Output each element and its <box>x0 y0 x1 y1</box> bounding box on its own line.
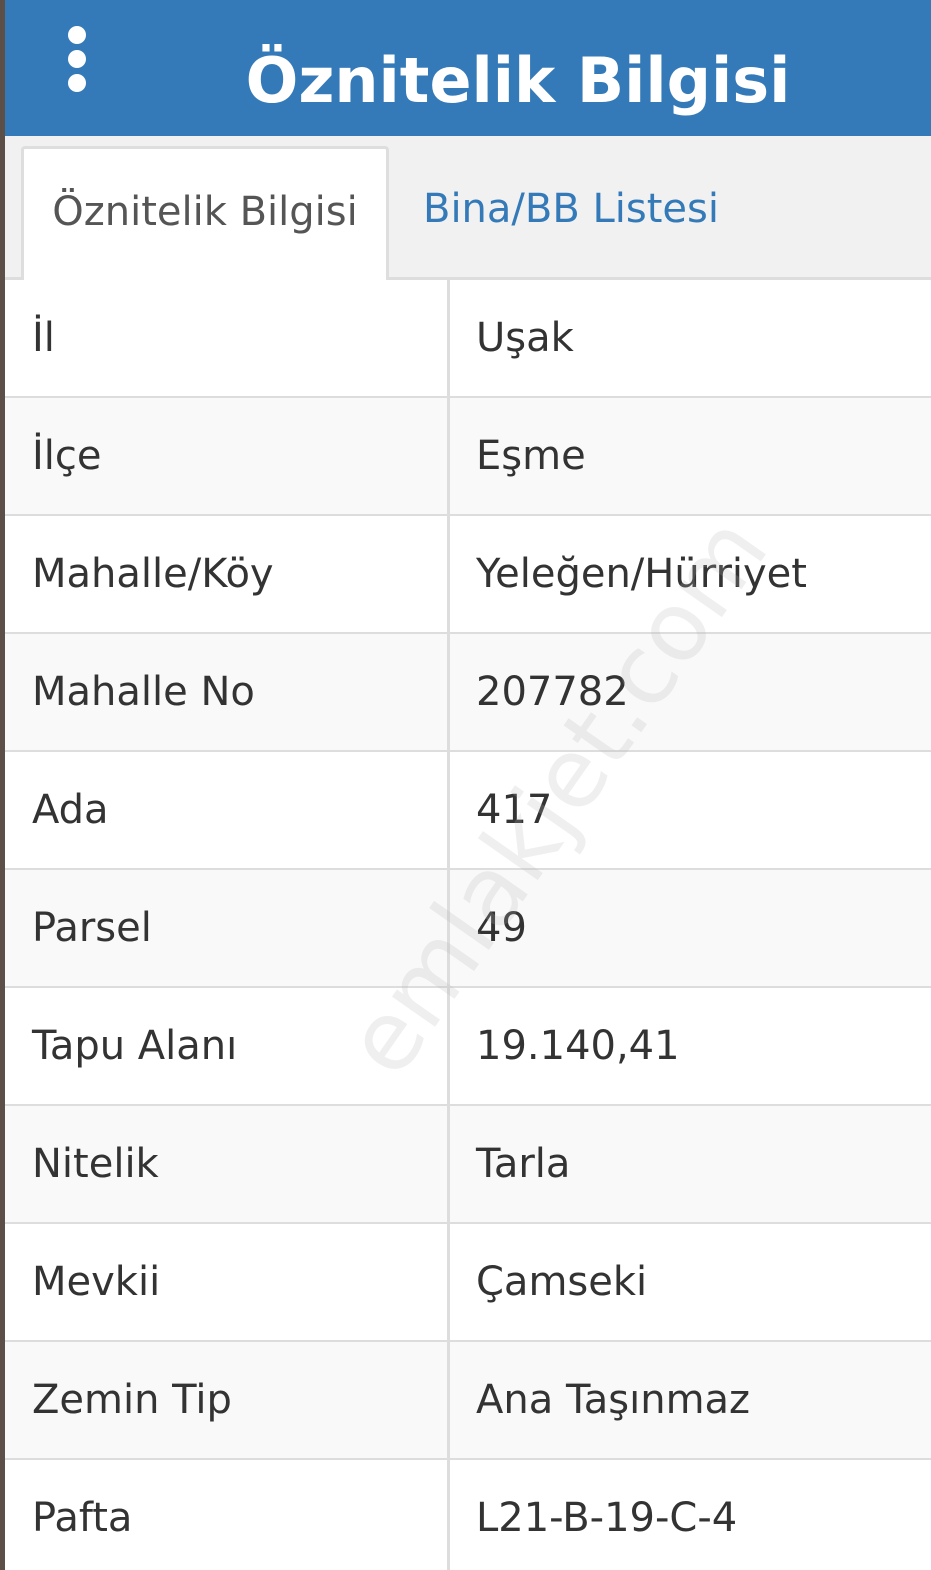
row-key: Zemin Tip <box>32 1377 232 1423</box>
column-divider <box>447 870 450 986</box>
attribute-table: İl Uşak İlçe Eşme Mahalle/Köy Yeleğen/Hü… <box>5 280 931 1570</box>
column-divider <box>447 280 450 396</box>
tab-bar: Öznitelik Bilgisi Bina/BB Listesi <box>5 136 931 280</box>
row-value: Yeleğen/Hürriyet <box>476 551 807 597</box>
column-divider <box>447 1460 450 1570</box>
table-row: Parsel 49 <box>5 870 931 988</box>
row-value: Uşak <box>476 315 574 361</box>
row-key: İl <box>32 315 55 361</box>
row-value: Eşme <box>476 433 586 479</box>
menu-dot <box>68 50 86 68</box>
row-value: L21-B-19-C-4 <box>476 1495 738 1541</box>
column-divider <box>447 634 450 750</box>
table-row: İlçe Eşme <box>5 398 931 516</box>
table-row: Mahalle No 207782 <box>5 634 931 752</box>
row-key: Mahalle No <box>32 669 255 715</box>
menu-dot <box>68 26 86 44</box>
row-key: Ada <box>32 787 109 833</box>
row-key: Parsel <box>32 905 152 951</box>
row-value: Ana Taşınmaz <box>476 1377 751 1423</box>
row-key: İlçe <box>32 433 102 479</box>
column-divider <box>447 752 450 868</box>
row-key: Mahalle/Köy <box>32 551 274 597</box>
table-row: İl Uşak <box>5 280 931 398</box>
table-row: Nitelik Tarla <box>5 1106 931 1224</box>
table-row: Zemin Tip Ana Taşınmaz <box>5 1342 931 1460</box>
column-divider <box>447 1342 450 1458</box>
row-value: Tarla <box>476 1141 571 1187</box>
row-value: 417 <box>476 787 553 833</box>
row-value: 207782 <box>476 669 629 715</box>
table-row: Mahalle/Köy Yeleğen/Hürriyet <box>5 516 931 634</box>
table-row: Tapu Alanı 19.140,41 <box>5 988 931 1106</box>
column-divider <box>447 398 450 514</box>
row-key: Nitelik <box>32 1141 159 1187</box>
row-key: Pafta <box>32 1495 133 1541</box>
table-row: Mevkii Çamseki <box>5 1224 931 1342</box>
row-value: 49 <box>476 905 527 951</box>
column-divider <box>447 516 450 632</box>
row-value: Çamseki <box>476 1259 648 1305</box>
page-title: Öznitelik Bilgisi <box>245 44 791 117</box>
column-divider <box>447 1224 450 1340</box>
screen: Öznitelik Bilgisi Öznitelik Bilgisi Bina… <box>5 0 931 1570</box>
table-row: Ada 417 <box>5 752 931 870</box>
row-key: Mevkii <box>32 1259 161 1305</box>
tab-oznitelik-bilgisi[interactable]: Öznitelik Bilgisi <box>21 146 389 280</box>
app-header: Öznitelik Bilgisi <box>5 0 931 136</box>
table-row: Pafta L21-B-19-C-4 <box>5 1460 931 1570</box>
tab-bina-bb-listesi[interactable]: Bina/BB Listesi <box>423 146 719 280</box>
column-divider <box>447 988 450 1104</box>
menu-dot <box>68 74 86 92</box>
row-value: 19.140,41 <box>476 1023 680 1069</box>
column-divider <box>447 1106 450 1222</box>
more-vertical-icon[interactable] <box>63 24 91 94</box>
row-key: Tapu Alanı <box>32 1023 238 1069</box>
